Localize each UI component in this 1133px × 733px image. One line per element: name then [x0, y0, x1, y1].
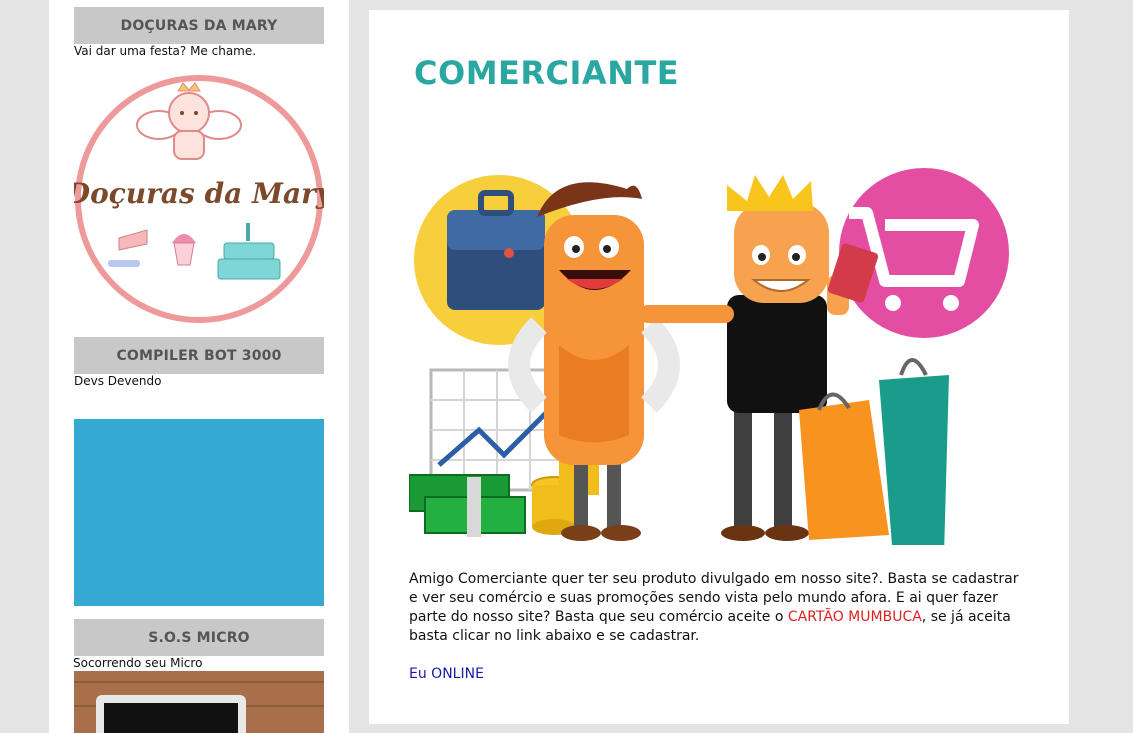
merchant-illustration [409, 168, 1009, 545]
card-title-compiler-bot[interactable]: COMPILER BOT 3000 [74, 337, 324, 374]
merchant-description: Amigo Comerciante quer ter seu produto d… [409, 570, 1029, 646]
card-description-sos-micro: Socorrendo seu Micro [73, 656, 203, 670]
card-title-sos-micro[interactable]: S.O.S MICRO [74, 619, 324, 656]
docuras-logo-image[interactable]: Doçuras da Mary [74, 73, 324, 325]
page-title: COMERCIANTE [414, 54, 680, 92]
main-content: COMERCIANTE Amigo Comerciante quer ter s… [369, 10, 1069, 724]
sos-micro-image[interactable] [74, 671, 324, 733]
compiler-bot-image[interactable] [74, 419, 324, 606]
card-title-docuras[interactable]: DOÇURAS DA MARY [74, 7, 324, 44]
card-description-docuras: Vai dar uma festa? Me chame. [74, 44, 257, 58]
sidebar: DOÇURAS DA MARY Vai dar uma festa? Me ch… [49, 0, 349, 733]
card-description-compiler-bot: Devs Devendo [74, 374, 162, 388]
eu-online-link[interactable]: Eu ONLINE [409, 666, 484, 682]
cartao-mumbuca-highlight: CARTÃO MUMBUCA [787, 609, 922, 625]
logo-text: Doçuras da Mary [74, 177, 324, 210]
